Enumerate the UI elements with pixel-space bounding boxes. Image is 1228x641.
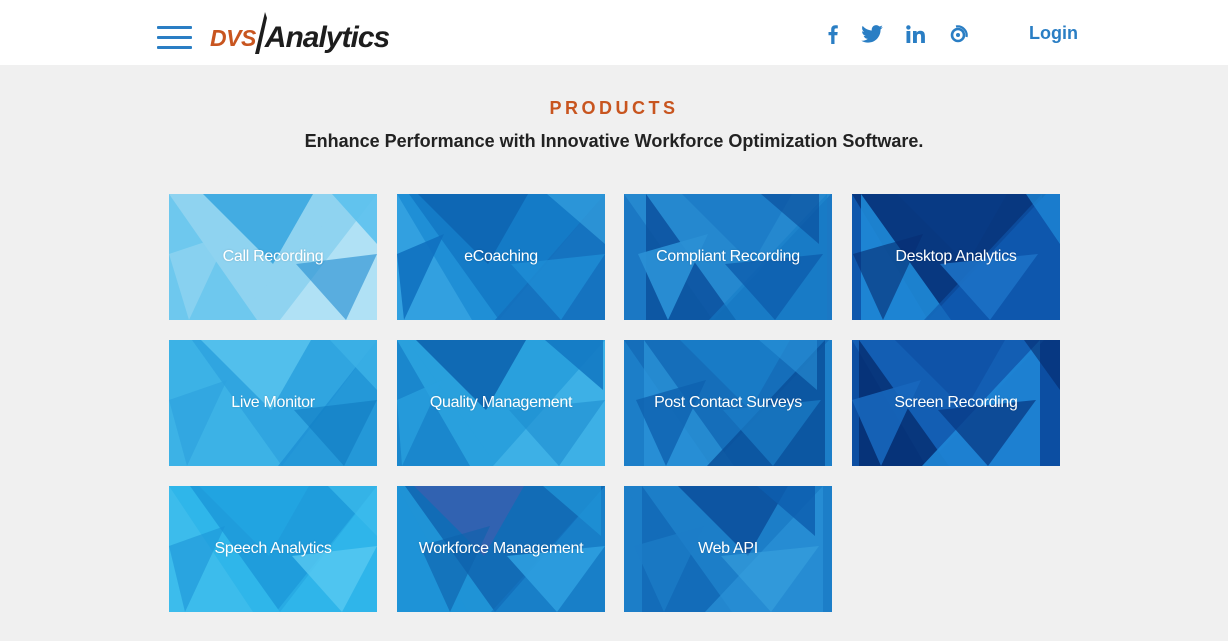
product-tile-speech-analytics[interactable]: Speech Analytics: [169, 486, 377, 612]
product-tile-screen-recording[interactable]: Screen Recording: [852, 340, 1060, 466]
linkedin-icon[interactable]: [905, 22, 925, 46]
blog-icon[interactable]: [948, 22, 968, 46]
login-link[interactable]: Login: [1029, 23, 1078, 43]
dvs-analytics-logo[interactable]: DVS Analytics: [210, 12, 390, 54]
product-tile-post-contact-surveys[interactable]: Post Contact Surveys: [624, 340, 832, 466]
product-tile-label: Live Monitor: [231, 394, 315, 411]
product-tile-compliant-recording[interactable]: Compliant Recording: [624, 194, 832, 320]
hamburger-menu-icon[interactable]: [157, 26, 192, 49]
logo-analytics-text: Analytics: [264, 21, 390, 54]
product-tile-workforce-management[interactable]: Workforce Management: [397, 486, 605, 612]
product-tile-desktop-analytics[interactable]: Desktop Analytics: [852, 194, 1060, 320]
product-tile-label: Compliant Recording: [656, 248, 800, 265]
product-tile-label: Call Recording: [222, 248, 324, 265]
product-tile-label: Web API: [698, 540, 758, 557]
facebook-icon[interactable]: [826, 22, 840, 46]
product-tile-web-api[interactable]: Web API: [624, 486, 832, 612]
products-heading: PRODUCTS: [549, 98, 679, 118]
product-tile-label: Speech Analytics: [214, 540, 332, 557]
product-tile-label: Quality Management: [429, 394, 573, 411]
logo-dvs-text: DVS: [210, 25, 256, 51]
products-subheading: Enhance Performance with Innovative Work…: [304, 131, 924, 151]
product-tile-live-monitor[interactable]: Live Monitor: [169, 340, 377, 466]
twitter-icon[interactable]: [860, 22, 883, 46]
product-tile-label: Screen Recording: [894, 394, 1018, 411]
product-tile-label: Post Contact Surveys: [654, 394, 802, 411]
site-header: DVS Analytics Login: [0, 0, 1228, 65]
product-tile-label: Desktop Analytics: [895, 248, 1017, 265]
product-tile-label: eCoaching: [464, 248, 538, 265]
product-tile-ecoaching[interactable]: eCoaching: [397, 194, 605, 320]
product-tile-label: Workforce Management: [418, 540, 584, 557]
product-tile-quality-management[interactable]: Quality Management: [397, 340, 605, 466]
product-tile-call-recording[interactable]: Call Recording: [169, 194, 377, 320]
